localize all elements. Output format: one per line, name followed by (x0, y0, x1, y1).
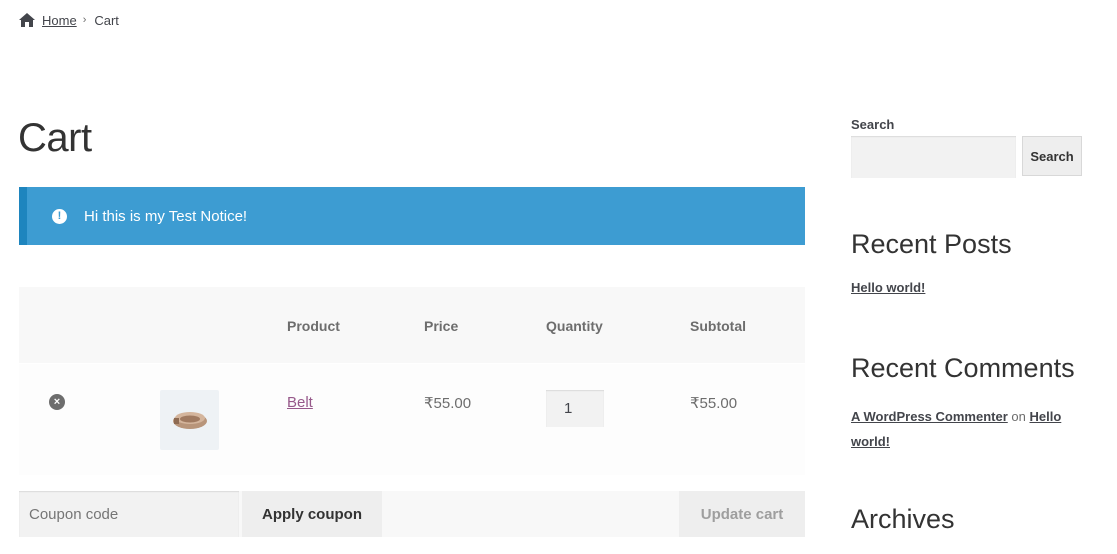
search-label: Search (851, 117, 895, 132)
page-title: Cart (18, 116, 92, 160)
coupon-code-input[interactable] (19, 491, 239, 537)
product-subtotal: ₹55.00 (690, 395, 738, 412)
apply-coupon-button[interactable]: Apply coupon (242, 491, 382, 537)
home-icon (19, 13, 35, 27)
breadcrumb: Home › Cart (19, 11, 119, 29)
product-link[interactable]: Belt (287, 394, 313, 411)
quantity-input[interactable] (546, 390, 604, 427)
recent-comment: A WordPress Commenter on Hello world! (851, 404, 1081, 454)
comment-author-link[interactable]: A WordPress Commenter (851, 409, 1008, 424)
column-header-product: Product (287, 318, 340, 334)
breadcrumb-home-link[interactable]: Home (42, 13, 77, 28)
remove-item-icon[interactable]: × (49, 394, 65, 410)
info-icon: ! (52, 208, 67, 224)
product-price: ₹55.00 (424, 395, 472, 412)
info-notice: ! Hi this is my Test Notice! (19, 187, 805, 245)
recent-posts-title: Recent Posts (851, 229, 1012, 259)
search-button[interactable]: Search (1022, 136, 1082, 176)
recent-comments-title: Recent Comments (851, 353, 1075, 383)
update-cart-button[interactable]: Update cart (679, 491, 805, 537)
notice-message: Hi this is my Test Notice! (84, 207, 248, 225)
product-thumbnail[interactable] (160, 390, 219, 450)
breadcrumb-separator: › (82, 14, 87, 26)
comment-on-text: on (1011, 409, 1026, 424)
recent-post-link[interactable]: Hello world! (851, 280, 925, 295)
search-input[interactable] (851, 136, 1016, 178)
table-row (19, 364, 805, 475)
column-header-quantity: Quantity (546, 318, 603, 334)
column-header-price: Price (424, 318, 459, 334)
cart-table-header (19, 287, 805, 363)
belt-image (172, 412, 207, 429)
breadcrumb-current: Cart (94, 12, 119, 28)
archives-title: Archives (851, 504, 955, 534)
column-header-subtotal: Subtotal (690, 318, 746, 334)
